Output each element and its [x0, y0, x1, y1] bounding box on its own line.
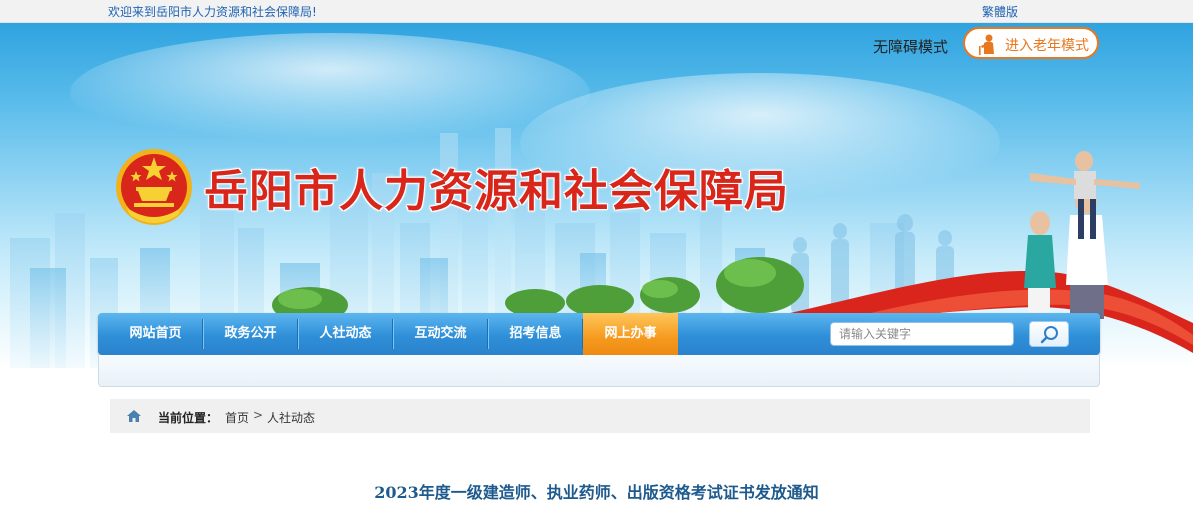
- nav-recruitment[interactable]: 招考信息: [488, 313, 583, 355]
- elder-person-icon: [979, 34, 994, 55]
- national-emblem: [116, 149, 192, 225]
- search-icon: [1040, 326, 1058, 344]
- nav-home[interactable]: 网站首页: [108, 313, 203, 355]
- site-title: 岳阳市人力资源和社会保障局: [204, 166, 789, 217]
- main-nav: 网站首页 政务公开 人社动态 互动交流 招考信息 网上办事: [98, 313, 1100, 355]
- breadcrumb: 当前位置： 首页 > 人社动态: [110, 399, 1090, 433]
- elder-mode-button[interactable]: 进入老年模式: [963, 27, 1099, 59]
- breadcrumb-news-link[interactable]: 人社动态: [267, 409, 315, 426]
- elder-mode-label: 进入老年模式: [1005, 38, 1089, 54]
- nav-news[interactable]: 人社动态: [298, 313, 393, 355]
- top-bar: 欢迎来到岳阳市人力资源和社会保障局! 繁體版: [0, 0, 1193, 23]
- article-title: 2023年度一级建造师、执业药师、出版资格考试证书发放通知: [374, 483, 819, 502]
- breadcrumb-separator: >: [253, 408, 264, 422]
- welcome-text: 欢迎来到岳阳市人力资源和社会保障局!: [108, 5, 317, 19]
- breadcrumb-home-link[interactable]: 首页: [225, 409, 249, 426]
- home-icon: [127, 410, 141, 422]
- accessibility-mode-link[interactable]: 无障碍模式: [873, 36, 948, 57]
- nav-online-services[interactable]: 网上办事: [583, 313, 678, 355]
- sub-nav-bar: [98, 355, 1100, 387]
- breadcrumb-label: 当前位置：: [158, 411, 219, 425]
- nav-government-affairs[interactable]: 政务公开: [203, 313, 298, 355]
- traditional-chinese-link[interactable]: 繁體版: [982, 3, 1018, 20]
- search-input[interactable]: [830, 322, 1014, 346]
- nav-interaction[interactable]: 互动交流: [393, 313, 488, 355]
- search-button[interactable]: [1029, 321, 1069, 347]
